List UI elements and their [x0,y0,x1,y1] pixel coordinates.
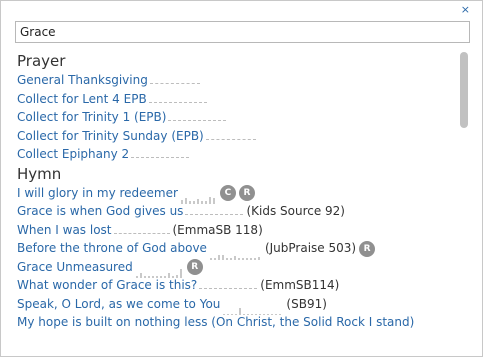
usage-dots [168,119,227,121]
usage-dots [149,82,200,84]
badge-r[interactable]: R [238,185,255,201]
list-item: I will glory in my redeemer C R [17,184,455,204]
list-item: Grace Unmeasured R [17,258,455,278]
result-link[interactable]: Before the throne of God above [17,241,207,255]
result-link[interactable]: Collect Epiphany 2 [17,147,129,161]
result-link[interactable]: Collect for Lent 4 EPB [17,92,147,106]
result-link[interactable]: My hope is built on nothing less (On Chr… [17,315,414,329]
usage-bars [209,241,262,260]
result-link[interactable]: Grace Unmeasured [17,260,133,274]
usage-dots [185,213,244,215]
list-item: Speak, O Lord, as we come to You (SB91) [17,295,455,315]
usage-bars [223,297,283,315]
result-link[interactable]: Speak, O Lord, as we come to You [17,297,220,311]
scrollbar[interactable] [460,51,468,343]
list-item: When I was lost (EmmaSB 118) [17,221,455,240]
usage-dots [131,156,190,158]
list-item: Collect Epiphany 2 [17,145,455,164]
close-button[interactable]: × [461,3,470,17]
search-input[interactable] [15,21,470,43]
usage-dots [205,138,256,140]
usage-bars [180,186,217,204]
source-reference: (EmmaSB 118) [172,222,263,237]
list-item: What wonder of Grace is this? (EmmSB114) [17,276,455,295]
list-item: Collect for Lent 4 EPB [17,90,455,109]
result-link[interactable]: Grace is when God gives us [17,204,183,218]
search-dialog: × Prayer General Thanksgiving Collect fo… [0,0,483,357]
source-reference: (SB91) [286,296,327,311]
section-heading-hymn: Hymn [17,164,62,183]
source-reference: (EmmSB114) [260,278,340,292]
usage-dots [113,232,170,234]
result-link[interactable]: General Thanksgiving [17,73,148,87]
result-link[interactable]: I will glory in my redeemer [17,186,178,200]
list-item: Collect for Trinity Sunday (EPB) [17,127,455,146]
result-link[interactable]: Collect for Trinity Sunday (EPB) [17,129,204,143]
badge-r[interactable]: R [359,240,376,257]
result-link[interactable]: What wonder of Grace is this? [17,278,197,292]
badge-c[interactable]: C [219,185,236,201]
scrollbar-thumb[interactable] [460,52,468,128]
list-item: Collect for Trinity 1 (EPB) [17,108,455,127]
list-item: Grace is when God gives us (Kids Source 9… [17,202,455,221]
list-item: Before the throne of God above (JubPraise… [17,239,455,260]
usage-dots [148,101,207,103]
usage-dots [199,287,258,289]
usage-bars [135,260,184,278]
source-reference: (Kids Source 92) [246,204,345,218]
results-list: Prayer General Thanksgiving Collect for … [17,51,455,341]
list-item: My hope is built on nothing less (On Chr… [17,313,455,332]
list-item: General Thanksgiving [17,71,455,90]
result-link[interactable]: When I was lost [17,223,112,237]
section-heading-prayer: Prayer [17,52,66,70]
badge-r[interactable]: R [186,259,203,275]
source-reference: (JubPraise 503) [264,241,357,255]
result-link[interactable]: Collect for Trinity 1 (EPB) [17,110,166,124]
